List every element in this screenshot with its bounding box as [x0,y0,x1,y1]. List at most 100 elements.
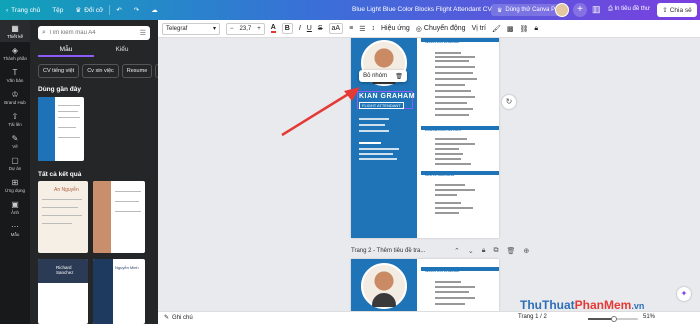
trash-icon[interactable]: 🗑︎ [506,247,515,255]
insights-icon[interactable]: ▥ [592,4,601,15]
page-1[interactable]: KIAN GRAHAM FLIGHT ATTENDANT Bỏ nhóm 🗑︎ … [351,38,499,238]
search-icon: ⌕ [42,29,46,36]
italic-button[interactable]: I [299,25,301,32]
lock-button[interactable]: 🔒︎ [534,25,538,33]
thumb-line [58,117,80,118]
font-size-value[interactable]: 23,7 [237,26,255,32]
strikethrough-icon: S [317,25,323,32]
spacing-icon: ↕ [371,25,375,32]
template-thumb[interactable]: An Nguyễn [38,181,88,253]
templates-panel: ⌕ ☰ Mẫu Kiểu CV tiếng việt Cv xin việc R… [30,20,186,324]
chip-cv-vietnamese[interactable]: CV tiếng việt [38,64,80,78]
rail-item-projects[interactable]: ▢ Dự án [0,152,30,174]
text-line [435,138,467,140]
cloud-save-button[interactable]: ☁ [145,6,164,14]
rail-item-brand[interactable]: ♔ Brand Hub [0,86,30,108]
redo-button[interactable]: ↷ [128,6,145,14]
rail-item-elements[interactable]: ◈ Thành phần [0,42,30,64]
case-icon: aA [331,25,341,32]
notes-button[interactable]: ✎ Ghi chú [164,314,193,322]
position-button[interactable]: Vị trí [472,25,486,32]
watermark-logo: ThuThuatPhanMem.vn [520,298,645,312]
strikethrough-button[interactable]: S [318,25,323,32]
chevron-down-icon[interactable]: ⌄ [468,247,474,255]
text-line [435,153,463,155]
align-button[interactable]: ≡ [349,25,353,32]
bold-button[interactable]: B [281,23,293,34]
rail-item-apps[interactable]: ⊞ Ứng dụng [0,174,30,196]
undo-button[interactable]: ↶ [110,6,127,14]
rail-item-more[interactable]: ⋯ Mẫu [0,218,30,240]
tab-styles[interactable]: Kiểu [94,45,150,57]
zoom-slider-fill [588,318,614,320]
underline-icon: U [306,25,312,32]
transparency-icon: ▩ [506,25,514,33]
print-button[interactable]: ⎙ In tiêu đề thư [608,6,650,13]
chip-resume[interactable]: Resume [121,64,153,78]
text-color-button[interactable]: A [270,24,276,33]
magic-help-button[interactable]: ✦ [677,287,691,301]
page-2-label[interactable]: Trang 2 - Thêm tiêu đề tra... [351,248,425,254]
status-bar: ✎ Ghi chú Trang 1 / 2 51% [158,311,700,324]
template-thumb[interactable]: Richard Sanchez [38,259,88,324]
skills-line [359,148,399,150]
trash-icon[interactable]: 🗑︎ [395,73,403,80]
text-line [435,72,473,74]
tab-templates[interactable]: Mẫu [38,45,94,57]
template-thumb[interactable]: Nguyễn Minh [93,259,145,324]
search-input[interactable] [48,30,137,36]
document-title[interactable]: Blue Light Blue Color Blocks Flight Atte… [352,6,492,13]
chevron-up-icon[interactable]: ⌃ [454,247,460,255]
refresh-icon[interactable]: ↻ [502,95,516,109]
effects-button[interactable]: Hiệu ứng [381,25,410,32]
search-box[interactable]: ⌕ ☰ [38,26,150,40]
more-icon: ⋯ [11,221,19,231]
add-collaborator-button[interactable]: + [573,3,587,17]
chip-cv-job[interactable]: Cv xin việc [82,64,119,78]
cv-name[interactable]: KIAN GRAHAM [359,93,415,100]
list-icon: ☰ [359,25,366,33]
thumb-sidebar [38,97,56,161]
rail-item-draw[interactable]: ✎ Vẽ [0,130,30,152]
rail-item-photos[interactable]: ▣ Ảnh [0,196,30,218]
link-button[interactable]: ⛓ [519,25,528,33]
rail-item-upload[interactable]: ⇧ Tải lên [0,108,30,130]
rail-item-design[interactable]: ▦ Thiết kế [0,20,30,42]
apps-icon: ⊞ [11,177,19,187]
resize-button[interactable]: ♛ Đổi cỡ [69,6,109,15]
recent-template-thumb[interactable] [38,97,84,161]
zoom-level[interactable]: 51% [643,314,655,320]
duplicate-icon[interactable]: ⧉ [493,247,498,255]
zoom-slider-knob[interactable] [610,316,617,322]
spacing-button[interactable]: ↕ [371,25,375,32]
font-size-stepper[interactable]: − 23,7 + [226,22,265,35]
profile-photo[interactable] [361,263,407,309]
animate-button[interactable]: ◎ Chuyển động [416,25,466,33]
home-button[interactable]: ‹ Trang chủ [0,7,46,14]
page-indicator[interactable]: Trang 1 / 2 [518,314,547,320]
thumb-line [42,199,82,200]
draw-icon: ✎ [11,133,19,143]
file-menu[interactable]: Tệp [46,7,69,14]
minus-icon[interactable]: − [227,26,237,32]
case-button[interactable]: aA [328,23,344,34]
design-canvas[interactable]: KIAN GRAHAM FLIGHT ATTENDANT Bỏ nhóm 🗑︎ … [158,38,700,324]
paint-format-button[interactable]: 🖌 [492,25,501,33]
add-page-icon[interactable]: ⊕ [523,247,529,255]
zoom-slider[interactable] [588,316,638,322]
lock-icon[interactable]: 🔒︎ [482,247,486,255]
thumb-line [115,201,139,202]
text-line [435,297,475,299]
transparency-button[interactable]: ▩ [507,25,514,33]
share-button[interactable]: ⇪ Chia sẻ [657,3,697,17]
rail-item-text[interactable]: T Văn bản [0,64,30,86]
cv-job-title[interactable]: FLIGHT ATTENDANT [359,102,404,109]
template-thumb[interactable] [93,181,145,253]
font-dropdown[interactable]: Telegraf ▾ [162,22,220,35]
avatar[interactable] [555,3,569,17]
list-button[interactable]: ☰ [359,25,365,33]
plus-icon[interactable]: + [254,26,264,32]
underline-button[interactable]: U [307,25,312,32]
ungroup-button[interactable]: Bỏ nhóm [363,73,387,79]
filter-icon[interactable]: ☰ [140,29,146,37]
